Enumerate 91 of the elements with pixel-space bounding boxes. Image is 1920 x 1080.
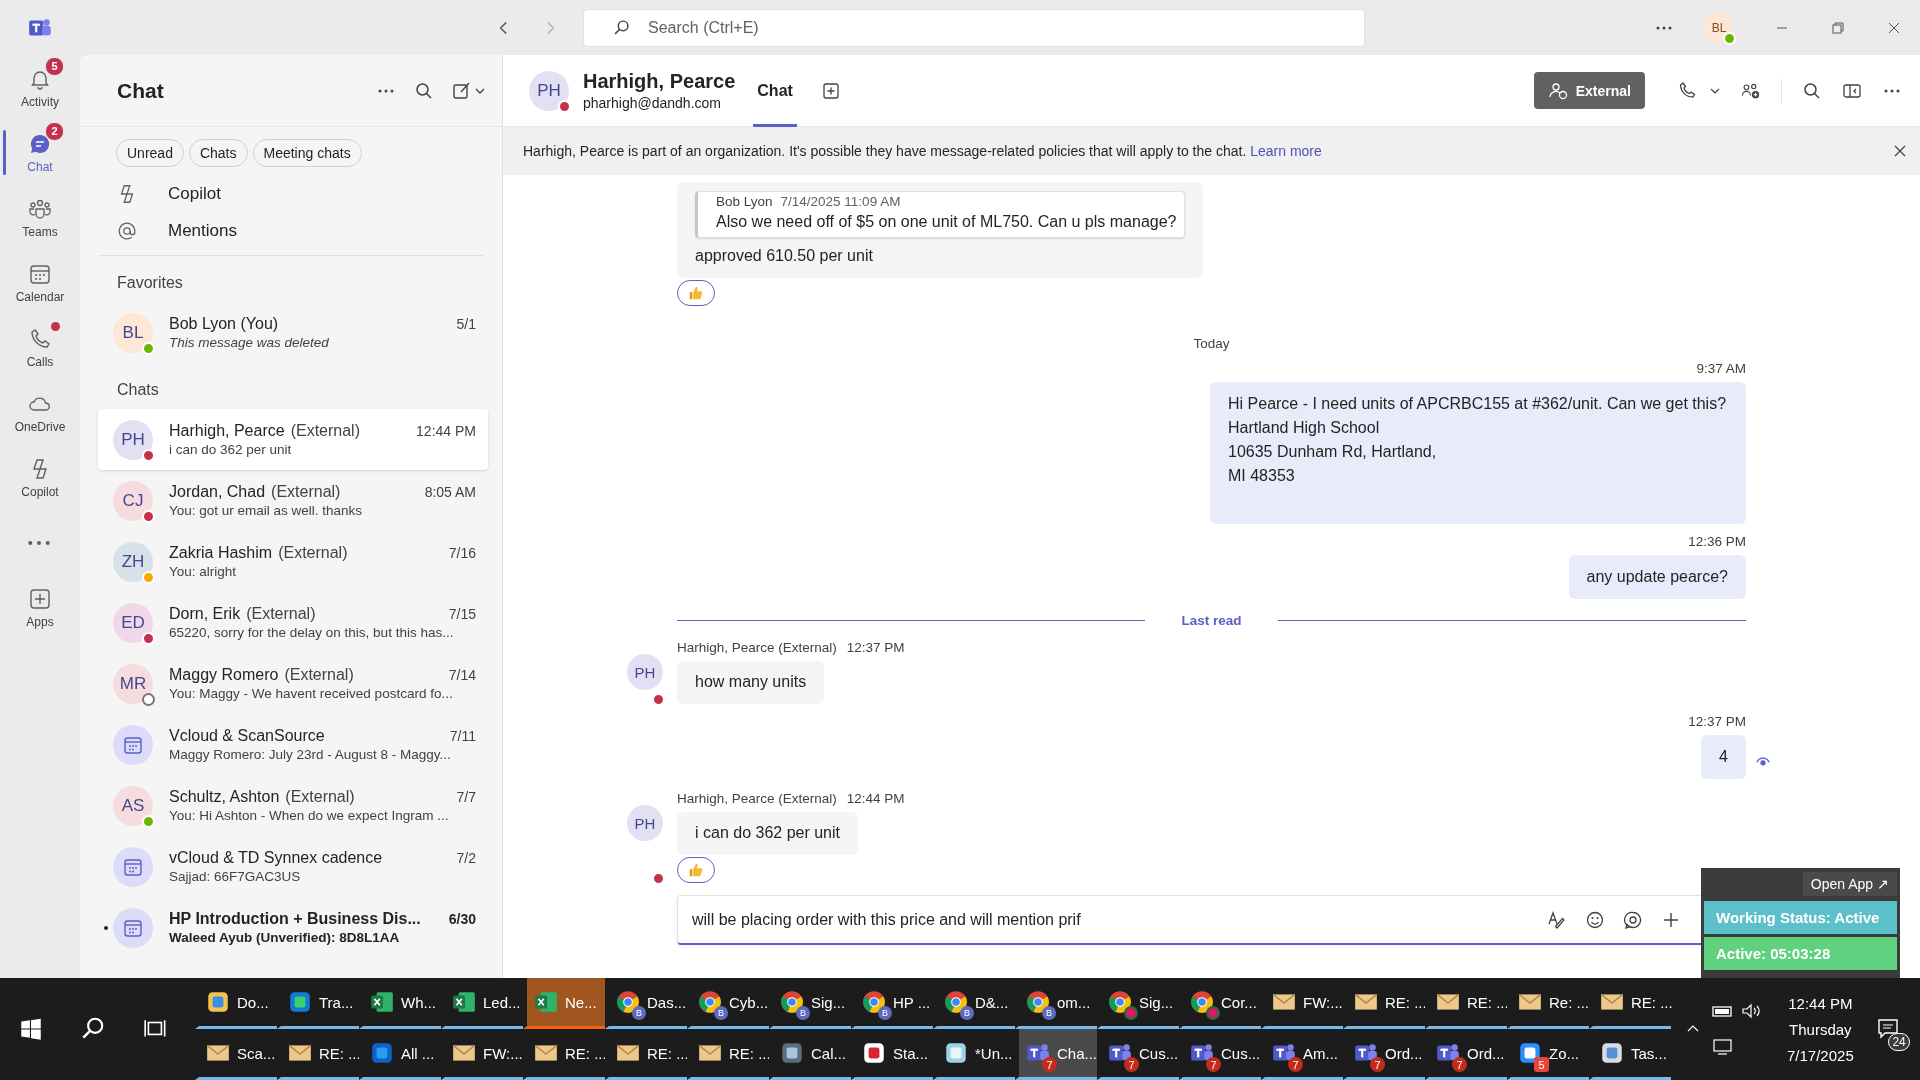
- chat-time: 7/16: [448, 545, 476, 561]
- date-divider: Today: [1193, 336, 1230, 351]
- section-heading: Chats: [116, 380, 160, 400]
- count-badge: 5: [1534, 1057, 1549, 1072]
- avatar: BL: [113, 312, 153, 353]
- chat-name: Dorn, Erik: [169, 605, 241, 623]
- message-text: how many units: [695, 672, 807, 692]
- chat-preview: Maggy Romero: July 23rd - August 8 - Maggy...: [169, 747, 452, 762]
- panel-title: Chat: [117, 78, 165, 103]
- profile-badge: B: [714, 1006, 728, 1020]
- external-tag: (External): [246, 605, 316, 623]
- message-time: 12:37 PM: [846, 640, 905, 655]
- count-badge: 5: [45, 56, 64, 76]
- chat-preview: You: Maggy - We havent received postcard fo...: [169, 686, 454, 701]
- profile-badge: B: [878, 1006, 892, 1020]
- count-badge: 24: [1888, 1033, 1910, 1051]
- chat-time: 5/1: [456, 316, 476, 332]
- quote-author: Bob Lyon: [716, 194, 773, 209]
- avatar: MR: [113, 663, 153, 704]
- external-tag: (External): [290, 422, 360, 440]
- clock-time: 12:44 PM: [1788, 994, 1853, 1012]
- chat-time: 7/14: [448, 667, 476, 683]
- chat-name: Zakria Hashim: [169, 544, 273, 562]
- chat-preview: This message was deleted: [169, 335, 330, 350]
- chat-time: 7/2: [456, 850, 476, 866]
- message-text: i can do 362 per unit: [695, 823, 840, 843]
- message-text: 4: [1719, 747, 1728, 767]
- active-timer: Active: 05:03:28: [1704, 937, 1897, 970]
- chat-name: Schultz, Ashton: [169, 788, 280, 806]
- avatar: PH: [627, 654, 663, 690]
- chat-name: HP Introduction + Business Dis...: [169, 910, 421, 928]
- chat-preview: i can do 362 per unit: [169, 442, 293, 457]
- avatar: ED: [113, 602, 153, 643]
- clock-date: 7/17/2025: [1787, 1046, 1854, 1064]
- chat-name: Maggy Romero: [169, 666, 279, 684]
- external-tag: (External): [278, 544, 348, 562]
- chat-name: vCloud & TD Synnex cadence: [169, 849, 383, 867]
- chat-time: 7/15: [448, 606, 476, 622]
- avatar: PH: [113, 419, 153, 460]
- message-text: approved 610.50 per unit: [695, 246, 874, 266]
- message-time: 12:44 PM: [846, 791, 905, 806]
- chat-preview: Waleed Ayub (Unverified): 8D8L1AA: [169, 930, 401, 945]
- chat-time: 8:05 AM: [424, 484, 476, 500]
- avatar: PH: [627, 805, 663, 841]
- avatar: CJ: [113, 480, 153, 521]
- chat-time: 7/11: [449, 728, 476, 744]
- chat-time: 12:44 PM: [416, 423, 476, 439]
- count-badge: 7: [1370, 1057, 1385, 1072]
- count-badge: 7: [1124, 1057, 1139, 1072]
- chat-time: 7/7: [456, 789, 476, 805]
- message-time: 12:36 PM: [1688, 534, 1746, 549]
- count-badge: 7: [1042, 1057, 1057, 1072]
- profile-badge: B: [960, 1006, 974, 1020]
- clock-day: Thursday: [1789, 1020, 1852, 1038]
- count-badge: 2: [45, 121, 64, 141]
- sender-name: Harhigh, Pearce (External): [677, 791, 837, 806]
- chat-name: Jordan, Chad: [169, 483, 266, 501]
- avatar: PH: [529, 70, 569, 111]
- message-time: 12:37 PM: [1688, 714, 1746, 729]
- count-badge: 7: [1288, 1057, 1303, 1072]
- external-tag: (External): [271, 483, 341, 501]
- last-read-divider: Last read: [1180, 613, 1243, 628]
- chat-time: 6/30: [448, 911, 476, 927]
- working-status: Working Status: Active: [1704, 901, 1897, 934]
- count-badge: 7: [1206, 1057, 1221, 1072]
- message-text: any update pearce?: [1586, 567, 1728, 587]
- profile-badge: B: [796, 1006, 810, 1020]
- chat-name: Bob Lyon (You): [169, 315, 279, 333]
- external-tag: (External): [284, 666, 354, 684]
- section-heading: Favorites: [116, 273, 184, 293]
- count-badge: 7: [1452, 1057, 1467, 1072]
- profile-badge: B: [632, 1006, 646, 1020]
- quote-text: Also we need off of $5 on one unit of ML750. Can u pls manage?: [716, 213, 1177, 231]
- chat-preview: You: got ur email as well. thanks: [169, 503, 364, 518]
- chat-name: Vcloud & ScanSource: [169, 727, 325, 745]
- avatar: ZH: [113, 541, 153, 582]
- external-tag: (External): [285, 788, 355, 806]
- message-time: 9:37 AM: [1696, 361, 1746, 376]
- avatar: AS: [113, 785, 153, 826]
- banner-text: Harhigh, Pearce is part of an organization. It's possible they have message-related policies that will apply to the chat. Learn more: [523, 143, 1323, 159]
- message-text: Hi Pearce - I need units of APCRBC155 at #362/unit. Can we get this? Hartland High School 10635 Dunham Rd, Hartland, MI 48353: [1228, 394, 1728, 486]
- chat-preview: 65220, sorry for the delay on this, but this has...: [169, 625, 455, 640]
- contact-name: Harhigh, Pearce: [583, 70, 736, 93]
- chat-name: Harhigh, Pearce: [169, 422, 285, 440]
- chat-preview: Sajjad: 66F7GAC3US: [169, 869, 302, 884]
- profile-badge: B: [1042, 1006, 1056, 1020]
- sender-name: Harhigh, Pearce (External): [677, 640, 837, 655]
- chat-preview: You: Hi Ashton - When do we expect Ingram ...: [169, 808, 450, 823]
- quote-time: 7/14/2025 11:09 AM: [780, 194, 901, 209]
- chat-preview: You: alright: [169, 564, 238, 579]
- contact-email: pharhigh@dandh.com: [583, 95, 722, 111]
